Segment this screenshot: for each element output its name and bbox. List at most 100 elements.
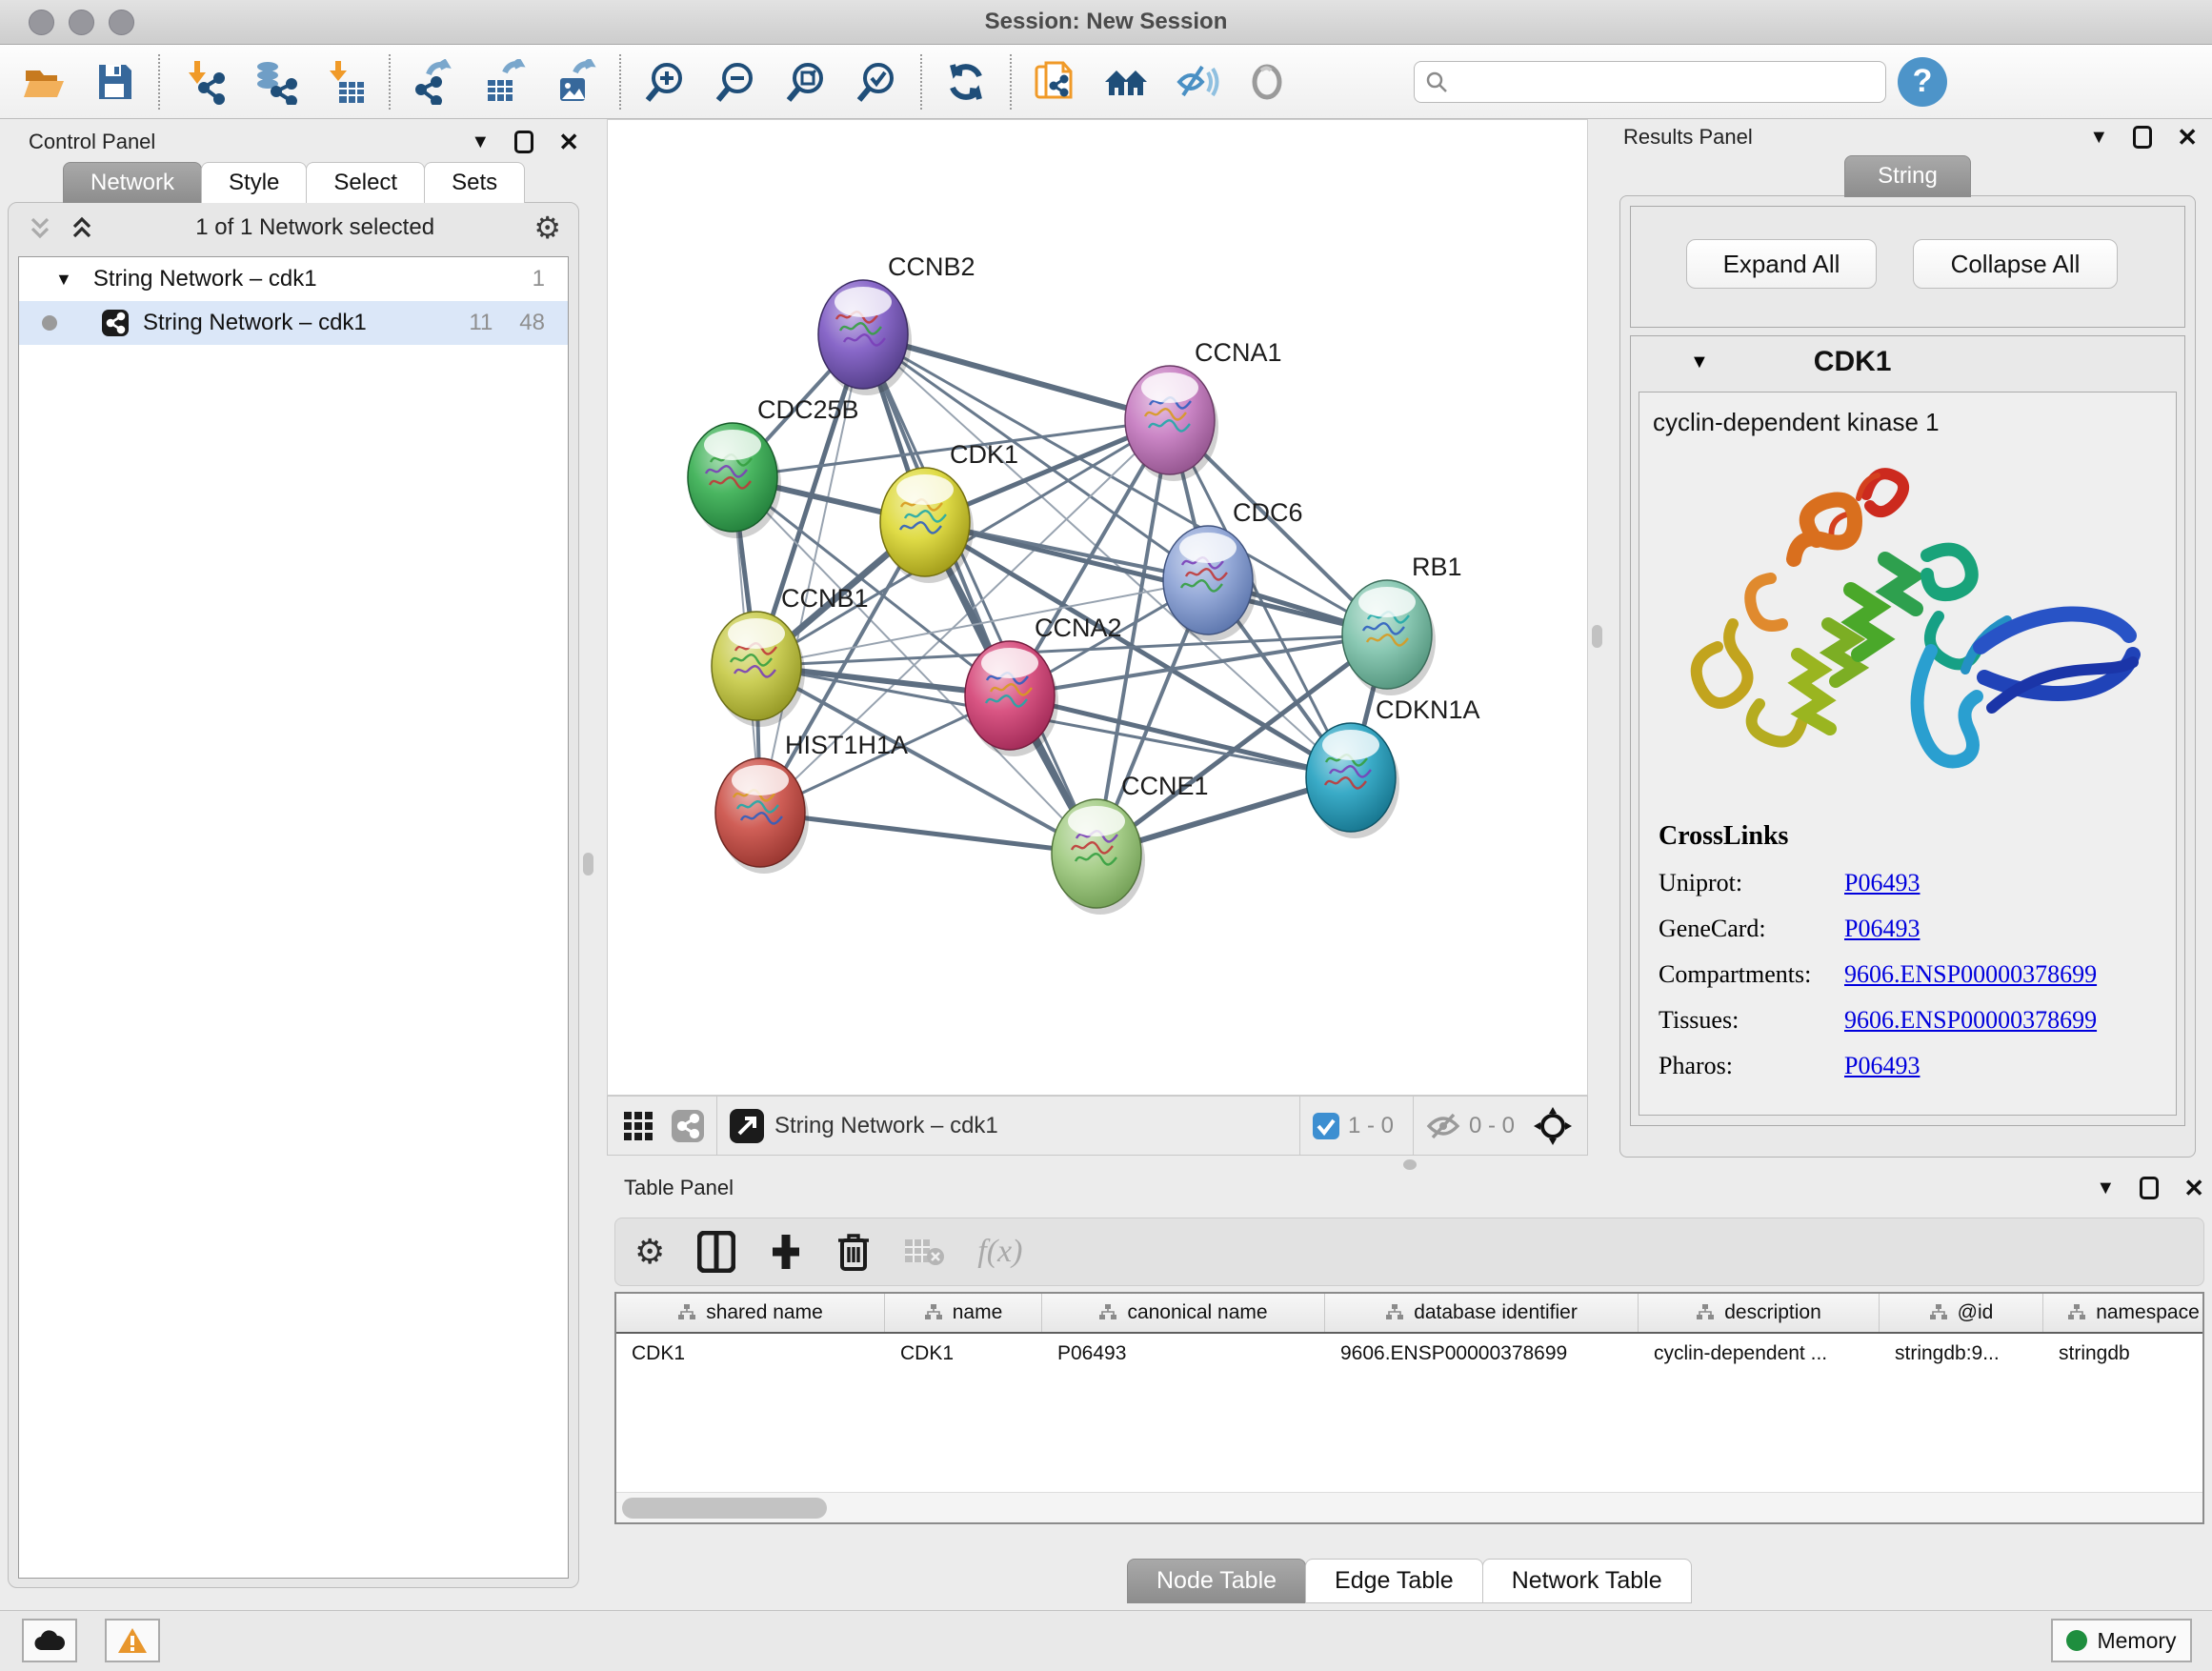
fit-content-crosshair-icon[interactable]	[1532, 1105, 1574, 1147]
expand-all-button[interactable]: Expand All	[1686, 239, 1877, 289]
tab-style[interactable]: Style	[201, 162, 307, 203]
column-header-@id[interactable]: @id	[1880, 1294, 2043, 1332]
network-collection-row[interactable]: ▼ String Network – cdk1 1	[19, 257, 568, 301]
column-header-name[interactable]: name	[885, 1294, 1042, 1332]
column-header-namespace[interactable]: namespace	[2043, 1294, 2204, 1332]
panel-menu-icon[interactable]: ▼	[2096, 1178, 2115, 1199]
table-horizontal-scrollbar[interactable]	[616, 1492, 2202, 1522]
collapse-all-button[interactable]: Collapse All	[1913, 239, 2118, 289]
edge-CCNB2-CCNE1[interactable]	[863, 334, 1096, 854]
close-panel-icon[interactable]: ✕	[2183, 1174, 2204, 1203]
node-CCNA2[interactable]: CCNA2	[965, 614, 1122, 756]
create-column-plus-icon[interactable]	[768, 1231, 804, 1273]
gene-expander-icon[interactable]: ▼	[1690, 352, 1709, 373]
node-CCNB1[interactable]: CCNB1	[712, 584, 869, 727]
main-toolbar: ?	[0, 45, 2212, 119]
cloud-status-button[interactable]	[22, 1619, 77, 1662]
detach-view-icon[interactable]	[729, 1108, 765, 1144]
export-network-icon[interactable]	[412, 59, 457, 105]
float-panel-icon[interactable]	[2133, 126, 2152, 149]
node-CCNA1[interactable]: CCNA1	[1125, 338, 1282, 481]
memory-button[interactable]: Memory	[2051, 1619, 2192, 1662]
edge-CDK1-RB1[interactable]	[925, 522, 1387, 634]
float-panel-icon[interactable]	[2140, 1177, 2159, 1199]
node-table[interactable]: shared namenamecanonical namedatabase id…	[614, 1292, 2204, 1524]
column-header-shared-name[interactable]: shared name	[616, 1294, 885, 1332]
close-panel-icon[interactable]: ✕	[2177, 123, 2198, 152]
scrollbar-thumb[interactable]	[622, 1498, 827, 1519]
tab-node-table[interactable]: Node Table	[1127, 1559, 1306, 1603]
node-RB1[interactable]: RB1	[1342, 553, 1462, 695]
tab-sets[interactable]: Sets	[424, 162, 525, 203]
node-CCNB2[interactable]: CCNB2	[818, 252, 975, 395]
float-panel-icon[interactable]	[514, 131, 533, 153]
collapse-all-tree-icon[interactable]	[26, 213, 54, 242]
clone-network-icon[interactable]	[1033, 59, 1078, 105]
node-CDK1[interactable]: CDK1	[880, 440, 1018, 583]
tab-string[interactable]: String	[1844, 155, 1971, 197]
panel-menu-icon[interactable]: ▼	[2089, 127, 2108, 149]
hidden-eye-icon[interactable]	[1425, 1111, 1461, 1141]
network-options-gear-icon[interactable]: ⚙	[533, 210, 561, 246]
show-columns-icon[interactable]	[697, 1231, 735, 1273]
refresh-icon[interactable]	[943, 59, 989, 105]
table-row[interactable]: CDK1CDK1P064939606.ENSP00000378699cyclin…	[616, 1334, 2202, 1376]
import-network-file-icon[interactable]	[181, 59, 227, 105]
collection-expander-icon[interactable]: ▼	[55, 270, 72, 290]
zoom-fit-icon[interactable]	[783, 59, 829, 105]
column-header-description[interactable]: description	[1639, 1294, 1880, 1332]
zoom-in-icon[interactable]	[642, 59, 688, 105]
selected-checkbox-icon[interactable]	[1312, 1112, 1340, 1140]
left-splitter-handle[interactable]	[583, 853, 593, 876]
show-hide-graphics-icon[interactable]	[1174, 59, 1219, 105]
tab-select[interactable]: Select	[306, 162, 425, 203]
close-panel-icon[interactable]: ✕	[558, 128, 579, 157]
network-view-list-icon[interactable]	[671, 1109, 705, 1143]
import-network-database-icon[interactable]	[251, 59, 297, 105]
node-CDC25B[interactable]: CDC25B	[688, 395, 859, 538]
panel-splitter-handle[interactable]	[1403, 1159, 1417, 1170]
node-label-CCNB1: CCNB1	[781, 584, 869, 613]
crosslink-link[interactable]: P06493	[1844, 1052, 1920, 1080]
gene-entry-header[interactable]: ▼ CDK1	[1631, 336, 2184, 388]
expand-all-tree-icon[interactable]	[68, 213, 96, 242]
control-panel: Control Panel ▼ ✕ NetworkStyleSelectSets…	[8, 124, 579, 1591]
level-of-detail-icon[interactable]	[1244, 59, 1290, 105]
grid-view-icon[interactable]	[621, 1109, 655, 1143]
help-icon[interactable]: ?	[1898, 57, 1947, 107]
tab-network-table[interactable]: Network Table	[1482, 1559, 1692, 1603]
network-row[interactable]: String Network – cdk1 11 48	[19, 301, 568, 345]
network-canvas[interactable]: CCNB2CCNA1CDC25BCDK1CDC6RB1CCNB1CCNA2CDK…	[607, 119, 1588, 1096]
import-table-file-icon[interactable]	[322, 59, 368, 105]
column-header-database-identifier[interactable]: database identifier	[1325, 1294, 1639, 1332]
zoom-out-icon[interactable]	[713, 59, 758, 105]
export-image-icon[interactable]	[553, 59, 598, 105]
open-session-icon[interactable]	[21, 59, 67, 105]
tab-edge-table[interactable]: Edge Table	[1305, 1559, 1483, 1603]
export-table-icon[interactable]	[482, 59, 528, 105]
panel-menu-icon[interactable]: ▼	[471, 131, 490, 153]
crosslink-row: Uniprot:P06493	[1659, 869, 2097, 897]
tab-network[interactable]: Network	[63, 162, 202, 203]
crosslink-link[interactable]: P06493	[1844, 915, 1920, 943]
right-splitter-handle[interactable]	[1592, 625, 1602, 648]
node-CDKN1A[interactable]: CDKN1A	[1306, 695, 1480, 838]
delete-column-trash-icon[interactable]	[836, 1231, 871, 1273]
crosslink-link[interactable]: 9606.ENSP00000378699	[1844, 960, 2097, 989]
delete-table-icon[interactable]	[903, 1236, 945, 1268]
table-options-gear-icon[interactable]: ⚙	[634, 1232, 665, 1272]
edge-HIST1H1A-CCNE1[interactable]	[760, 813, 1096, 854]
column-header-canonical-name[interactable]: canonical name	[1042, 1294, 1325, 1332]
crosslink-link[interactable]: 9606.ENSP00000378699	[1844, 1006, 2097, 1035]
zoom-selected-icon[interactable]	[854, 59, 899, 105]
node-HIST1H1A[interactable]: HIST1H1A	[715, 731, 908, 874]
search-input[interactable]	[1449, 70, 1868, 94]
save-session-icon[interactable]	[91, 59, 137, 105]
search-field[interactable]	[1414, 61, 1886, 103]
crosslink-link[interactable]: P06493	[1844, 869, 1920, 897]
function-builder-icon[interactable]: f(x)	[977, 1234, 1022, 1270]
results-panel-title: Results Panel	[1623, 125, 1753, 150]
warnings-button[interactable]	[105, 1619, 160, 1662]
first-neighbors-icon[interactable]	[1103, 59, 1149, 105]
node-CCNE1[interactable]: CCNE1	[1052, 772, 1209, 915]
